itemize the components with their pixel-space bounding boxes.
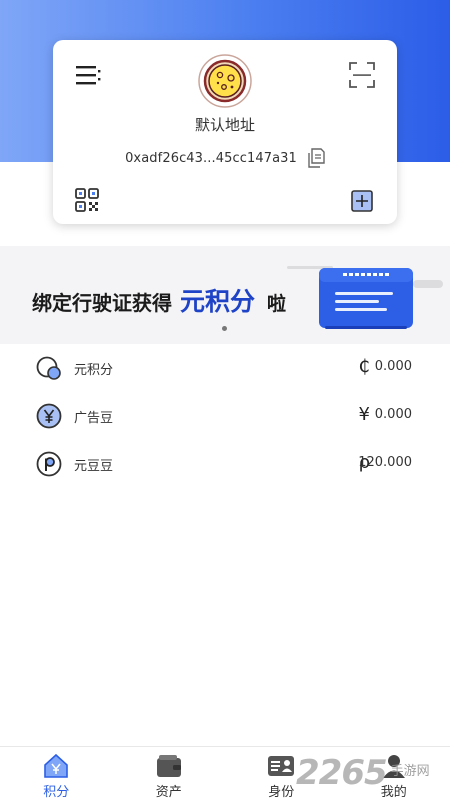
address-row: 0xadf26c43...45cc147a31 [53,148,397,168]
bottom-nav: 积分 资产 身份 我的 [0,746,450,800]
points-screen: 默认地址 0xadf26c43...45cc147a31 绑定行驶证获得 元积分… [0,0,450,800]
asset-row-ad-beans[interactable]: 广告豆 ¥ 0.000 [0,392,450,440]
qr-code-icon[interactable] [75,188,99,212]
asset-name: 元积分 [74,363,114,378]
asset-name: 元豆豆 [74,459,114,474]
nav-tab-mine[interactable]: 我的 [338,747,450,800]
wallet-address: 0xadf26c43...45cc147a31 [125,150,297,166]
copy-icon[interactable] [307,148,325,168]
asset-currency-symbol: ¥ [358,404,370,425]
add-wallet-icon[interactable] [351,190,373,212]
banner-highlight: 元积分 [180,287,256,316]
asset-row-yuan-beans[interactable]: 元豆豆 ρ 120.000 [0,440,450,488]
asset-row-yuan-points[interactable]: 元积分 ₵ 0.000 [0,344,450,392]
banner-page-indicator [222,326,227,331]
yuan-points-coin-icon [36,356,61,380]
promo-banner[interactable]: 绑定行驶证获得 元积分 啦 [0,246,450,344]
asset-balance: 120.000 [358,455,412,470]
asset-balance: 0.000 [374,407,412,422]
banner-text: 绑定行驶证获得 元积分 啦 [32,282,286,318]
nav-label: 积分 [43,785,70,800]
nav-tab-points[interactable]: 积分 [0,747,113,800]
nav-label: 身份 [268,785,295,800]
wallet-icon [156,755,181,777]
id-card-icon [268,756,295,776]
p-coin-icon [36,451,62,477]
wallet-card: 默认地址 0xadf26c43...45cc147a31 [53,40,397,224]
menu-icon[interactable] [75,62,101,88]
asset-currency-symbol: ₵ [358,356,370,377]
banner-suffix: 啦 [267,293,287,315]
scan-icon[interactable] [349,62,375,88]
asset-list: 元积分 ₵ 0.000 广告豆 ¥ 0.000 元豆豆 ρ 120.000 [0,344,450,488]
nav-label: 我的 [380,785,407,800]
nav-tab-identity[interactable]: 身份 [225,747,338,800]
home-points-icon [44,753,69,778]
driving-license-card-icon [287,266,443,329]
asset-balance: 0.000 [374,359,412,374]
nav-tab-assets[interactable]: 资产 [113,747,226,800]
nav-label: 资产 [155,785,182,800]
yen-coin-icon [36,403,62,429]
profile-icon [382,755,405,778]
address-name: 默认地址 [194,116,255,134]
wallet-avatar-icon[interactable] [198,54,252,108]
banner-prefix: 绑定行驶证获得 [32,291,172,315]
asset-name: 广告豆 [74,411,114,426]
